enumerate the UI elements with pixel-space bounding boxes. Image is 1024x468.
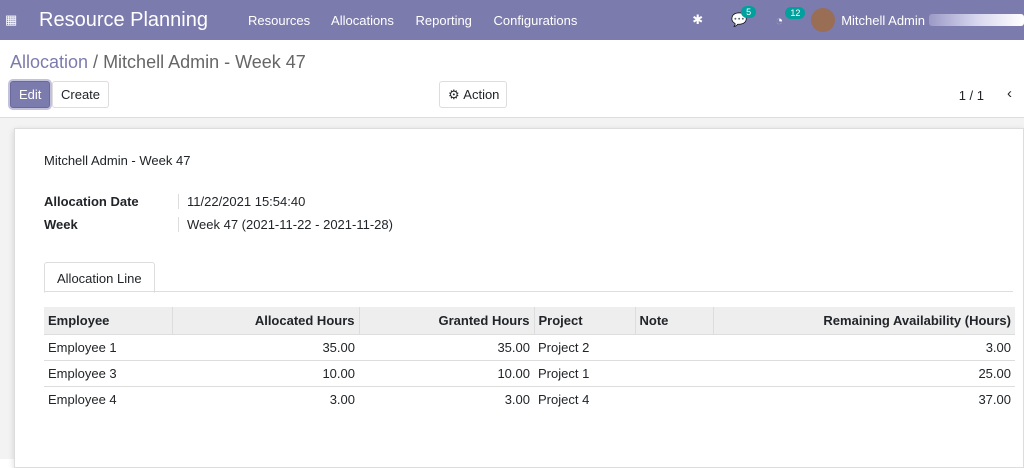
cell-remaining-availability: 3.00 bbox=[713, 334, 1015, 361]
week-label: Week bbox=[44, 217, 179, 232]
cell-granted-hours: 35.00 bbox=[359, 334, 534, 361]
col-project[interactable]: Project bbox=[533, 307, 635, 335]
cell-allocated-hours: 35.00 bbox=[172, 334, 359, 361]
menu-resources[interactable]: Resources bbox=[248, 13, 310, 28]
cell-project: Project 4 bbox=[534, 386, 635, 412]
form-background: Mitchell Admin - Week 47 Allocation Date… bbox=[0, 118, 1024, 468]
cell-employee: Employee 3 bbox=[44, 360, 172, 387]
cell-granted-hours: 10.00 bbox=[359, 360, 534, 387]
messages-badge: 5 bbox=[741, 6, 757, 18]
action-label: Action bbox=[463, 87, 500, 102]
cell-employee: Employee 1 bbox=[44, 334, 172, 361]
cell-allocated-hours: 3.00 bbox=[172, 386, 359, 412]
create-button[interactable]: Create bbox=[52, 81, 110, 108]
field-group: Allocation Date 11/22/2021 15:54:40 Week… bbox=[44, 194, 1023, 232]
form-sheet: Mitchell Admin - Week 47 Allocation Date… bbox=[14, 128, 1024, 468]
cell-allocated-hours: 10.00 bbox=[172, 360, 359, 387]
col-granted-hours[interactable]: Granted Hours bbox=[358, 307, 534, 335]
messages-icon[interactable]: 💬 5 bbox=[731, 6, 757, 28]
menu-reporting[interactable]: Reporting bbox=[416, 13, 472, 28]
breadcrumb-current: Mitchell Admin - Week 47 bbox=[103, 52, 306, 72]
menu-allocations[interactable]: Allocations bbox=[331, 13, 394, 28]
pager-value[interactable]: 1 / 1 bbox=[959, 88, 984, 103]
week-value: Week 47 (2021-11-22 - 2021-11-28) bbox=[187, 217, 393, 232]
cell-remaining-availability: 37.00 bbox=[713, 386, 1015, 412]
cell-note bbox=[635, 334, 713, 361]
top-navbar: ▦ Resource Planning Resources Allocation… bbox=[0, 0, 1024, 40]
control-panel: Allocation / Mitchell Admin - Week 47 Ed… bbox=[0, 40, 1024, 118]
table-row[interactable]: Employee 1 35.00 35.00 Project 2 3.00 bbox=[44, 334, 1015, 361]
table-row[interactable]: Employee 4 3.00 3.00 Project 4 37.00 bbox=[44, 386, 1015, 412]
avatar[interactable] bbox=[811, 8, 836, 32]
blurred-db-name bbox=[929, 14, 1024, 26]
gear-icon: ⚙ bbox=[448, 86, 460, 102]
edit-button[interactable]: Edit bbox=[10, 81, 51, 108]
col-remaining-availability[interactable]: Remaining Availability (Hours) bbox=[712, 307, 1015, 335]
action-button[interactable]: ⚙ Action bbox=[439, 81, 507, 108]
cell-employee: Employee 4 bbox=[44, 386, 172, 412]
app-title: Resource Planning bbox=[39, 8, 208, 31]
cell-note bbox=[635, 360, 713, 387]
col-note[interactable]: Note bbox=[634, 307, 713, 335]
activities-badge: 12 bbox=[785, 6, 806, 19]
allocation-date-label: Allocation Date bbox=[44, 194, 179, 209]
notebook-tabs: Allocation Line bbox=[44, 262, 1013, 293]
col-employee[interactable]: Employee bbox=[44, 307, 172, 335]
apps-menu-icon[interactable]: ▦ bbox=[5, 12, 27, 28]
breadcrumb-separator: / bbox=[88, 52, 104, 72]
menu-configurations[interactable]: Configurations bbox=[494, 13, 578, 28]
allocation-date-value: 11/22/2021 15:54:40 bbox=[187, 194, 306, 209]
user-name[interactable]: Mitchell Admin bbox=[841, 13, 925, 28]
cell-remaining-availability: 25.00 bbox=[713, 360, 1015, 387]
col-allocated-hours[interactable]: Allocated Hours bbox=[171, 307, 359, 335]
cell-note bbox=[635, 386, 713, 412]
debug-bug-icon[interactable]: ✱ bbox=[692, 12, 703, 28]
chevron-left-icon[interactable]: ‹ bbox=[1007, 85, 1012, 102]
table-row[interactable]: Employee 3 10.00 10.00 Project 1 25.00 bbox=[44, 360, 1015, 387]
cell-project: Project 2 bbox=[534, 334, 635, 361]
cell-project: Project 1 bbox=[534, 360, 635, 387]
activities-clock-icon[interactable]: ◔ 12 bbox=[775, 6, 806, 28]
breadcrumb-allocation-link[interactable]: Allocation bbox=[10, 52, 88, 72]
tab-allocation-line[interactable]: Allocation Line bbox=[44, 262, 155, 293]
breadcrumb: Allocation / Mitchell Admin - Week 47 bbox=[10, 52, 306, 73]
record-title: Mitchell Admin - Week 47 bbox=[44, 153, 191, 168]
cell-granted-hours: 3.00 bbox=[359, 386, 534, 412]
allocation-lines-table: Employee Allocated Hours Granted Hours P… bbox=[44, 307, 1015, 412]
